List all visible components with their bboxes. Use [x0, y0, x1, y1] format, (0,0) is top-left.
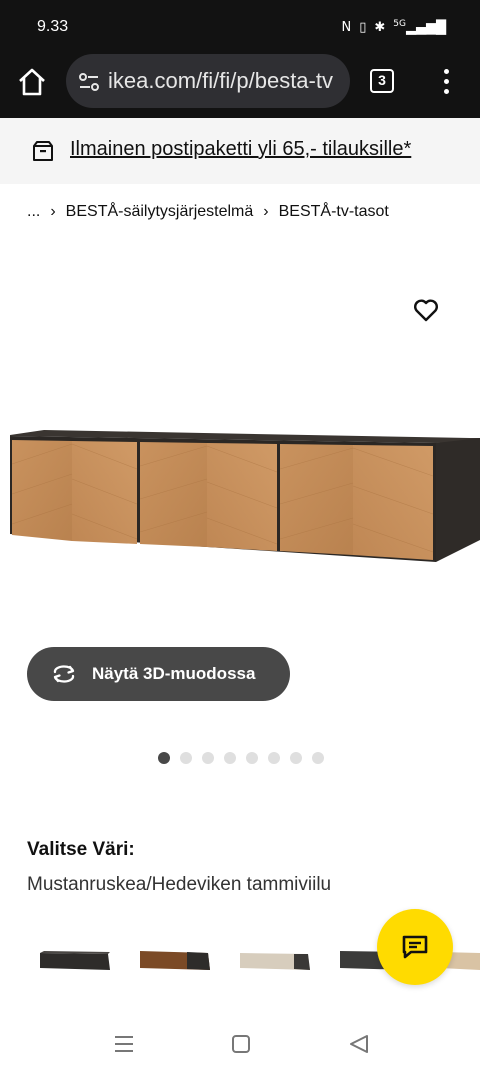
pagination-dot[interactable]	[268, 752, 280, 764]
promo-link[interactable]: Ilmainen postipaketti yli 65,- tilauksil…	[70, 138, 411, 161]
selected-color-value: Mustanruskea/Hedeviken tammiviilu	[27, 874, 332, 895]
pagination-dot[interactable]	[290, 752, 302, 764]
color-heading: Valitse Väri:	[27, 839, 135, 860]
breadcrumb-item-besta-tv-benches[interactable]: BESTÅ-tv-tasot	[279, 203, 389, 221]
breadcrumb: ... › BESTÅ-säilytysjärjestelmä › BESTÅ-…	[27, 203, 389, 221]
view-3d-label: Näytä 3D-muodossa	[92, 664, 256, 683]
view-3d-button[interactable]: Näytä 3D-muodossa	[27, 647, 290, 701]
vibrate-icon: ▯	[359, 19, 367, 35]
image-pagination	[158, 752, 324, 764]
heart-icon[interactable]	[412, 296, 440, 324]
tab-switcher-button[interactable]: 3	[370, 69, 394, 93]
pagination-dot[interactable]	[202, 752, 214, 764]
pagination-dot[interactable]	[158, 752, 170, 764]
chevron-right-icon: ›	[263, 203, 269, 220]
browser-toolbar: ikea.com/fi/fi/p/besta-tv 3	[0, 52, 480, 118]
signal-5g-icon: 5G▂▄▆█	[393, 19, 446, 36]
pagination-dot[interactable]	[180, 752, 192, 764]
site-settings-icon[interactable]	[78, 71, 100, 93]
home-icon[interactable]	[16, 66, 48, 98]
pagination-dot[interactable]	[224, 752, 236, 764]
product-image-tv-bench	[10, 430, 480, 562]
promo-banner: Ilmainen postipaketti yli 65,- tilauksil…	[0, 118, 480, 184]
nfc-icon: N	[341, 19, 352, 35]
status-time: 9.33	[37, 18, 69, 35]
system-navigation-bar	[0, 1015, 480, 1073]
breadcrumb-item-besta-system[interactable]: BESTÅ-säilytysjärjestelmä	[66, 203, 254, 221]
chevron-right-icon: ›	[50, 203, 56, 220]
rotate-3d-icon	[53, 665, 75, 683]
overflow-menu-icon[interactable]	[436, 66, 456, 96]
parcel-box-icon	[33, 141, 53, 161]
url-text[interactable]: ikea.com/fi/fi/p/besta-tv	[108, 68, 333, 94]
status-icons: N ▯ ✱ 5G▂▄▆█	[342, 19, 447, 35]
pagination-dot[interactable]	[312, 752, 324, 764]
bluetooth-icon: ✱	[374, 19, 386, 35]
breadcrumb-ellipsis[interactable]: ...	[27, 203, 40, 221]
swatch-beige[interactable]	[232, 930, 318, 994]
back-nav-icon[interactable]	[347, 1033, 371, 1055]
recent-apps-icon[interactable]	[112, 1033, 136, 1055]
pagination-dot[interactable]	[246, 752, 258, 764]
network-label: 5G	[393, 19, 406, 29]
swatch-black-brown[interactable]	[32, 930, 118, 994]
chat-button[interactable]	[377, 909, 453, 985]
chat-bubble-icon	[402, 935, 428, 959]
address-bar[interactable]: ikea.com/fi/fi/p/besta-tv	[66, 54, 350, 108]
swatch-walnut[interactable]	[132, 930, 218, 994]
status-bar: 9.33 N ▯ ✱ 5G▂▄▆█	[0, 0, 480, 52]
home-nav-icon[interactable]	[229, 1033, 253, 1055]
